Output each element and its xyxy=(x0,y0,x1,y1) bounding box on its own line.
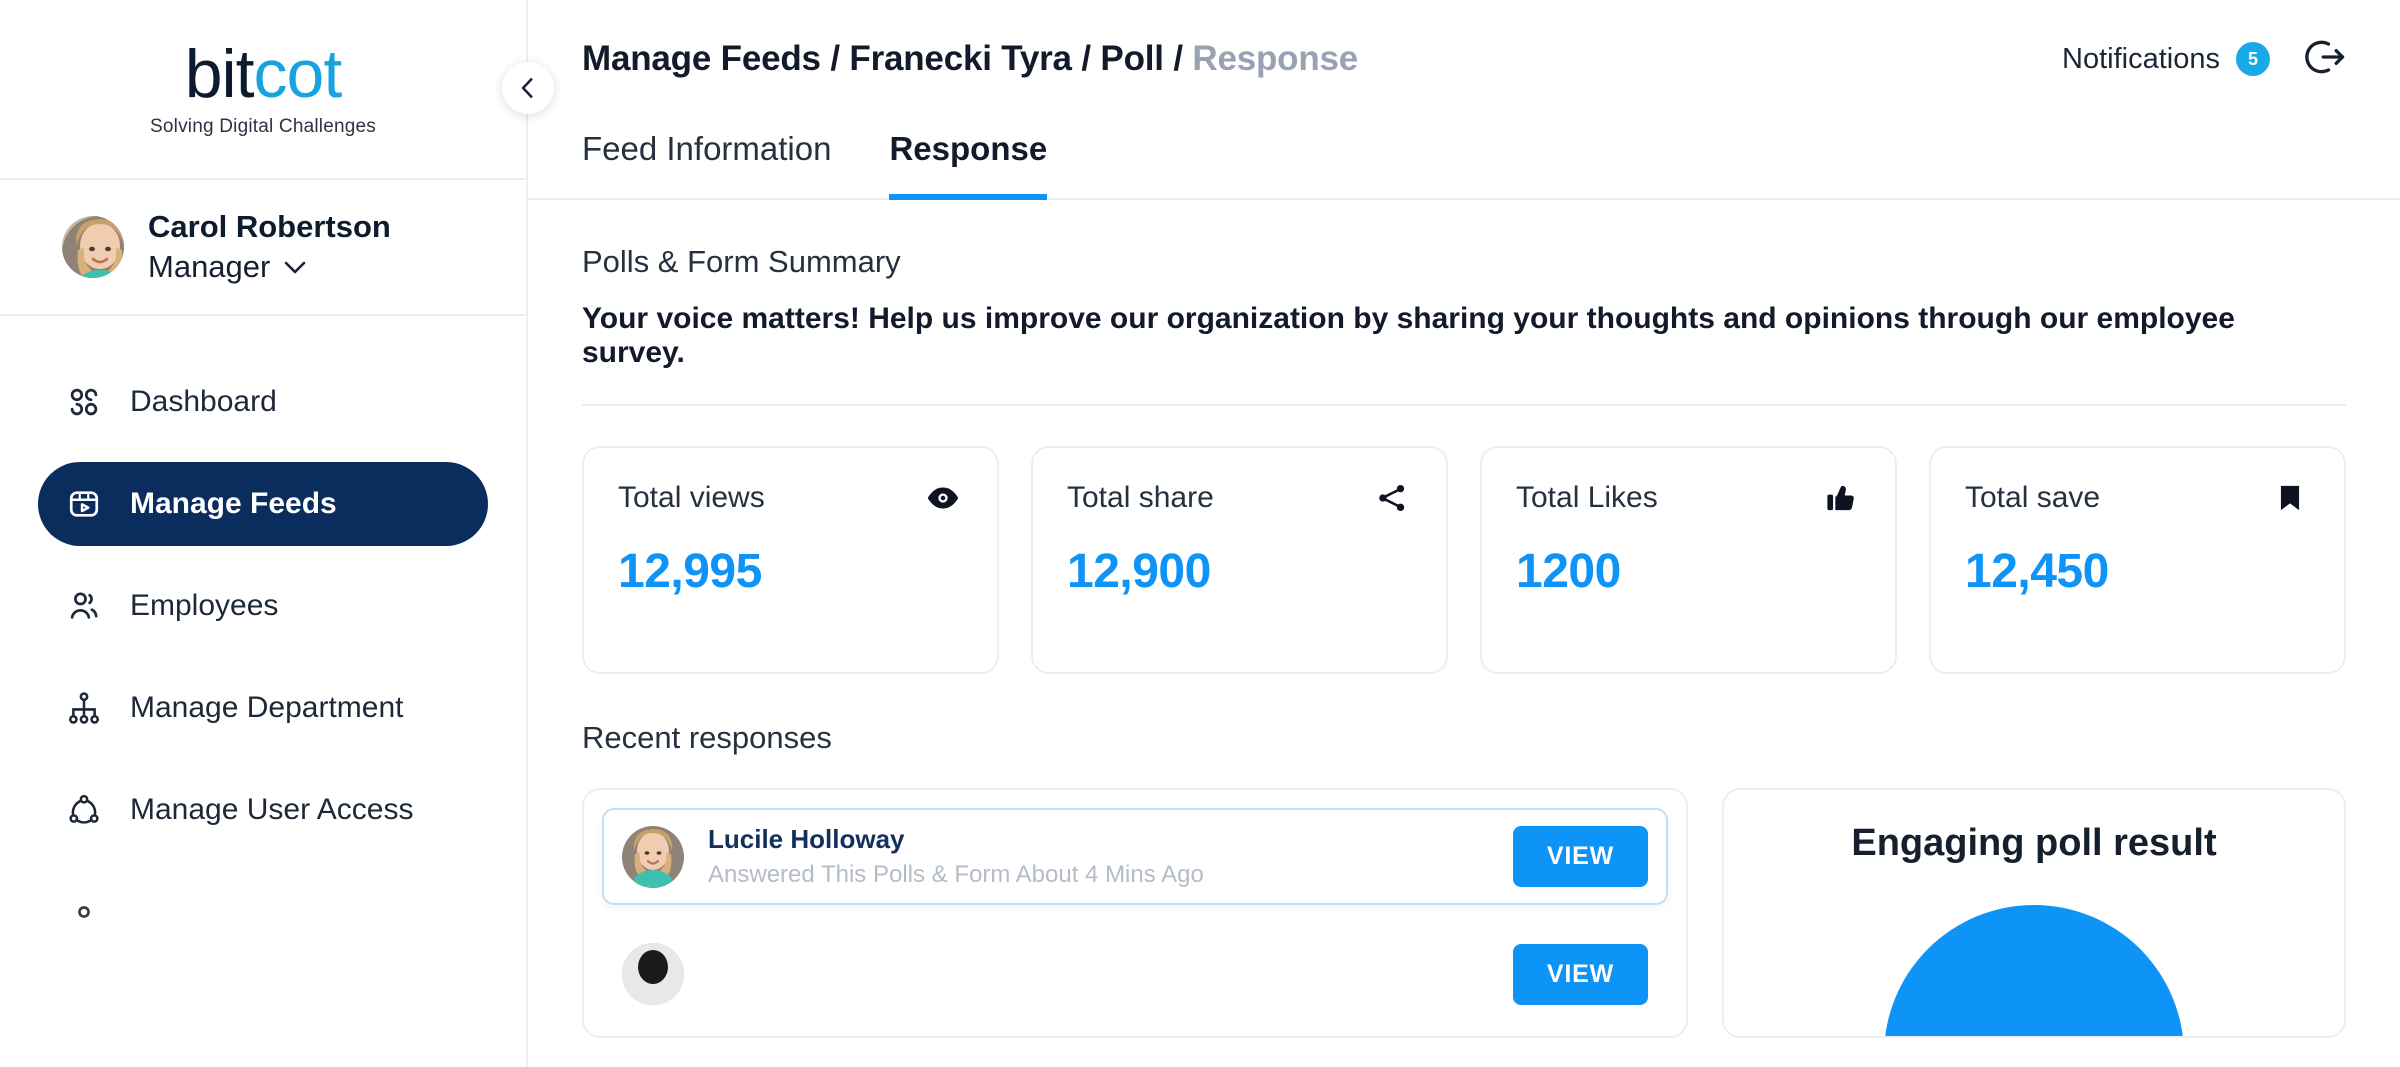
sidebar-item-label: Manage Department xyxy=(130,691,404,725)
profile-text: Carol Robertson Manager xyxy=(148,209,391,286)
sidebar-item-label: Employees xyxy=(130,589,278,623)
sidebar-item-employees[interactable]: Employees xyxy=(38,564,488,648)
stat-card-header: Total views xyxy=(618,478,963,518)
user-access-icon xyxy=(64,790,104,830)
recent-responses-panel: Lucile Holloway Answered This Polls & Fo… xyxy=(582,788,1688,1038)
stat-card-total-save: Total save 12,450 xyxy=(1929,446,2346,674)
brand-wordmark: bitcot xyxy=(185,40,342,108)
responder-meta: Answered This Polls & Form About 4 Mins … xyxy=(708,861,1204,889)
stat-card-value: 12,995 xyxy=(618,544,963,599)
top-bar: Manage Feeds / Franecki Tyra / Poll / Re… xyxy=(528,0,2400,118)
sidebar: bitcot Solving Digital Challenges xyxy=(0,0,528,1067)
main-content: Manage Feeds / Franecki Tyra / Poll / Re… xyxy=(528,0,2400,1067)
profile-name: Carol Robertson xyxy=(148,209,391,246)
stat-cards: Total views 12,995 Total share xyxy=(582,446,2346,674)
sidebar-item-partial[interactable] xyxy=(38,870,488,954)
chevron-left-icon xyxy=(515,75,541,101)
brand-name-part1: bit xyxy=(185,36,254,112)
page-title: Polls & Form Summary xyxy=(582,244,2346,280)
brand-name-part2: cot xyxy=(254,36,342,112)
avatar xyxy=(622,826,684,888)
poll-donut-chart-wrap xyxy=(1756,905,2312,1038)
stat-card-header: Total share xyxy=(1067,478,1412,518)
stat-card-label: Total Likes xyxy=(1516,481,1658,515)
breadcrumb: Manage Feeds / Franecki Tyra / Poll / Re… xyxy=(582,39,1358,79)
sidebar-item-label: Dashboard xyxy=(130,385,277,419)
eye-icon xyxy=(923,478,963,518)
profile-role-row: Manager xyxy=(148,249,391,285)
responder-name: Lucile Holloway xyxy=(708,824,1204,855)
sidebar-item-manage-user-access[interactable]: Manage User Access xyxy=(38,768,488,852)
stat-card-header: Total save xyxy=(1965,478,2310,518)
org-tree-icon xyxy=(64,688,104,728)
users-icon xyxy=(64,586,104,626)
avatar-image xyxy=(622,826,684,888)
chevron-down-icon[interactable] xyxy=(284,261,306,274)
summary-description: Your voice matters! Help us improve our … xyxy=(582,302,2346,370)
profile-role: Manager xyxy=(148,249,270,285)
lower-section: Lucile Holloway Answered This Polls & Fo… xyxy=(582,788,2346,1038)
notifications-button[interactable]: Notifications 5 xyxy=(2062,42,2270,76)
tab-feed-information[interactable]: Feed Information xyxy=(582,130,831,200)
avatar-image xyxy=(622,943,684,1005)
share-icon xyxy=(1372,478,1412,518)
poll-result-title: Engaging poll result xyxy=(1756,822,2312,865)
tab-response[interactable]: Response xyxy=(889,130,1047,200)
status-badge: 5 xyxy=(2236,42,2270,76)
stat-card-total-share: Total share 12,900 xyxy=(1031,446,1448,674)
sidebar-item-manage-feeds[interactable]: Manage Feeds xyxy=(38,462,488,546)
stat-card-label: Total share xyxy=(1067,481,1214,515)
sidebar-collapse-button[interactable] xyxy=(502,62,554,114)
settings-icon xyxy=(64,892,104,932)
avatar xyxy=(62,216,124,278)
sidebar-item-dashboard[interactable]: Dashboard xyxy=(38,360,488,444)
brand-logo[interactable]: bitcot Solving Digital Challenges xyxy=(0,0,526,180)
stat-card-total-views: Total views 12,995 xyxy=(582,446,999,674)
breadcrumb-separator: / xyxy=(830,39,840,78)
response-panel: Polls & Form Summary Your voice matters!… xyxy=(528,244,2400,1038)
tab-bar: Feed Information Response xyxy=(528,130,2400,200)
engaging-poll-result-panel: Engaging poll result xyxy=(1722,788,2346,1038)
breadcrumb-item-1[interactable]: Franecki Tyra xyxy=(849,39,1071,78)
avatar xyxy=(622,943,684,1005)
sidebar-item-label: Manage User Access xyxy=(130,793,413,827)
list-item[interactable]: Lucile Holloway Answered This Polls & Fo… xyxy=(602,808,1668,905)
avatar-image xyxy=(62,216,124,278)
view-button[interactable]: VIEW xyxy=(1513,826,1648,887)
profile-switcher[interactable]: Carol Robertson Manager xyxy=(0,180,526,316)
stat-card-value: 12,900 xyxy=(1067,544,1412,599)
list-item[interactable]: VIEW xyxy=(602,927,1668,1021)
bookmark-icon xyxy=(2270,478,2310,518)
breadcrumb-current: Response xyxy=(1192,39,1358,78)
recent-responses-title: Recent responses xyxy=(582,720,2346,756)
breadcrumb-item-0[interactable]: Manage Feeds xyxy=(582,39,821,78)
logout-icon xyxy=(2304,36,2346,78)
sidebar-item-label: Manage Feeds xyxy=(130,487,337,521)
sidebar-nav: Dashboard Manage Feeds xyxy=(0,316,526,954)
poll-donut-chart xyxy=(1884,905,2184,1038)
app-root: bitcot Solving Digital Challenges xyxy=(0,0,2400,1067)
stat-card-label: Total save xyxy=(1965,481,2100,515)
sidebar-item-manage-department[interactable]: Manage Department xyxy=(38,666,488,750)
grid-icon xyxy=(64,382,104,422)
stat-card-value: 12,450 xyxy=(1965,544,2310,599)
stat-card-label: Total views xyxy=(618,481,765,515)
stat-card-total-likes: Total Likes 1200 xyxy=(1480,446,1897,674)
stat-card-value: 1200 xyxy=(1516,544,1861,599)
breadcrumb-separator: / xyxy=(1081,39,1091,78)
top-bar-actions: Notifications 5 xyxy=(2062,36,2346,83)
breadcrumb-item-2[interactable]: Poll xyxy=(1100,39,1163,78)
breadcrumb-separator: / xyxy=(1173,39,1183,78)
thumbs-up-icon xyxy=(1821,478,1861,518)
brand-tagline: Solving Digital Challenges xyxy=(150,116,376,138)
feed-play-icon xyxy=(64,484,104,524)
view-button[interactable]: VIEW xyxy=(1513,944,1648,1005)
divider xyxy=(582,404,2346,406)
list-item-text: Lucile Holloway Answered This Polls & Fo… xyxy=(708,824,1204,889)
logout-button[interactable] xyxy=(2304,36,2346,83)
stat-card-header: Total Likes xyxy=(1516,478,1861,518)
notifications-label: Notifications xyxy=(2062,43,2220,76)
